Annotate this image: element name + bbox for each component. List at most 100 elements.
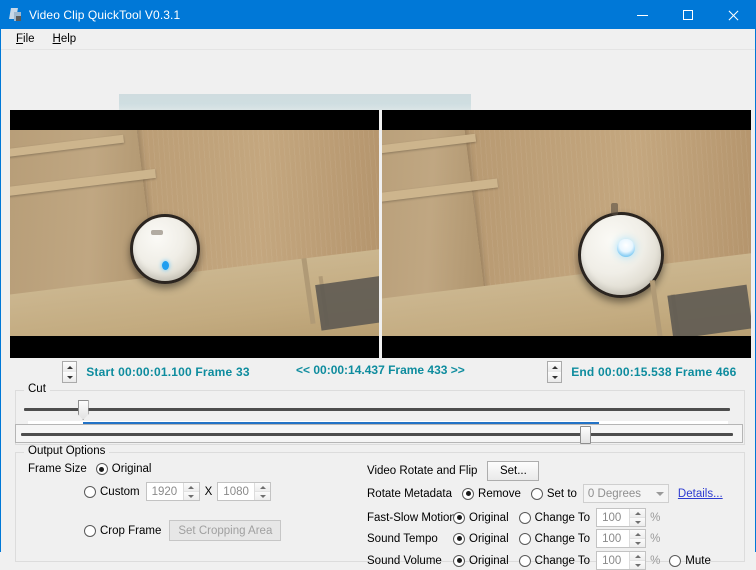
rotate-metadata-setto-label: Set to xyxy=(546,487,577,500)
menu-bar: File Help xyxy=(1,29,755,50)
close-button[interactable] xyxy=(710,1,755,29)
cut-end-slider-rail xyxy=(21,433,733,436)
rotate-metadata-label: Rotate Metadata xyxy=(367,487,453,500)
start-frame-stepper[interactable] xyxy=(62,361,77,383)
custom-height-input[interactable]: 1080 xyxy=(217,482,272,501)
caret-down-icon xyxy=(551,375,558,379)
window-title: Video Clip QuickTool V0.3.1 xyxy=(29,8,181,22)
set-cropping-area-button[interactable]: Set Cropping Area xyxy=(169,520,282,541)
start-frame-preview[interactable] xyxy=(10,110,379,358)
fast-slow-motion-row: Fast-Slow Motion Original Change To 100 … xyxy=(367,508,660,527)
frame-size-original-row: Frame Size Original xyxy=(28,463,161,475)
sound-tempo-stepper[interactable] xyxy=(629,530,646,547)
sound-tempo-value: 100 xyxy=(602,532,622,545)
custom-width-input[interactable]: 1920 xyxy=(145,482,200,501)
custom-height-stepper[interactable] xyxy=(254,483,271,500)
cut-end-slider-thumb[interactable] xyxy=(579,426,591,444)
app-window: Video Clip QuickTool V0.3.1 File Help St… xyxy=(0,0,756,570)
cut-start-slider[interactable] xyxy=(24,399,730,420)
custom-width-stepper[interactable] xyxy=(182,483,199,500)
frame-size-custom-label: Custom xyxy=(100,485,140,498)
start-time-group: Start 00:00:01.100 Frame 33 xyxy=(62,361,250,383)
start-step-down-button[interactable] xyxy=(63,372,76,382)
fast-slow-motion-original-radio[interactable] xyxy=(453,511,465,524)
sound-volume-changeto-radio[interactable] xyxy=(518,554,531,567)
rotate-degrees-value: 0 Degrees xyxy=(587,487,641,500)
sound-tempo-original-radio[interactable] xyxy=(453,532,465,545)
end-step-down-button[interactable] xyxy=(548,372,561,382)
window-controls xyxy=(620,1,755,29)
menu-help-rest: elp xyxy=(60,33,77,45)
fast-slow-motion-input[interactable]: 100 xyxy=(596,508,647,527)
sound-tempo-unit: % xyxy=(650,532,661,545)
sound-volume-value: 100 xyxy=(602,554,622,567)
caret-up-icon xyxy=(259,485,266,489)
sound-volume-mute-label: Mute xyxy=(685,554,711,567)
end-frame-image xyxy=(382,130,751,336)
rotate-degrees-select[interactable]: 0 Degrees xyxy=(582,484,669,503)
cut-end-slider-frame xyxy=(15,424,743,444)
sound-volume-stepper[interactable] xyxy=(629,552,646,569)
timeline-labels: Start 00:00:01.100 Frame 33 << 00:00:14.… xyxy=(1,360,756,384)
output-options-caption: Output Options xyxy=(24,445,110,457)
menu-file-rest: ile xyxy=(23,33,35,45)
minimize-button[interactable] xyxy=(620,1,665,29)
video-rotate-flip-label: Video Rotate and Flip xyxy=(367,465,478,477)
cut-end-slider[interactable] xyxy=(21,425,733,444)
caret-down-icon xyxy=(634,520,641,524)
sound-volume-row: Sound Volume Original Change To 100 % Mu… xyxy=(367,551,721,570)
sound-tempo-changeto-label: Change To xyxy=(534,532,591,545)
caret-down-icon xyxy=(66,375,73,379)
caret-up-icon xyxy=(634,554,641,558)
sound-volume-changeto-label: Change To xyxy=(534,554,591,567)
menu-item-file[interactable]: File xyxy=(7,31,44,47)
sound-volume-original-radio[interactable] xyxy=(453,554,465,567)
menu-item-help[interactable]: Help xyxy=(44,31,86,47)
fast-slow-motion-changeto-radio[interactable] xyxy=(518,511,531,524)
rotate-metadata-row: Rotate Metadata Remove Set to 0 Degrees … xyxy=(367,484,723,503)
frame-size-label: Frame Size xyxy=(28,463,87,475)
close-icon xyxy=(727,10,738,21)
custom-width-value: 1920 xyxy=(151,485,178,498)
caret-up-icon xyxy=(634,511,641,515)
fast-slow-motion-value: 100 xyxy=(602,511,622,524)
client-area: Start 00:00:01.100 Frame 33 << 00:00:14.… xyxy=(1,50,756,570)
frame-size-custom-radio[interactable] xyxy=(84,485,96,498)
sound-volume-input[interactable]: 100 xyxy=(596,551,647,570)
sound-volume-mute-radio[interactable] xyxy=(669,554,682,567)
title-bar: Video Clip QuickTool V0.3.1 xyxy=(1,1,755,29)
sound-tempo-input[interactable]: 100 xyxy=(596,529,647,548)
rotate-flip-set-button[interactable]: Set... xyxy=(487,461,540,481)
fast-slow-motion-stepper[interactable] xyxy=(629,509,646,526)
maximize-button[interactable] xyxy=(665,1,710,29)
cut-start-slider-thumb[interactable] xyxy=(77,400,89,420)
sound-volume-label: Sound Volume xyxy=(367,554,442,567)
toolbar-strip xyxy=(119,94,471,110)
sound-volume-original-label: Original xyxy=(469,554,509,567)
current-time-label[interactable]: << 00:00:14.437 Frame 433 >> xyxy=(296,363,465,377)
crop-frame-radio[interactable] xyxy=(84,524,96,537)
start-frame-image xyxy=(10,130,379,336)
frame-size-original-label: Original xyxy=(111,463,152,475)
cut-start-slider-rail xyxy=(24,408,730,411)
sound-tempo-original-label: Original xyxy=(469,532,509,545)
crop-frame-row: Crop Frame Set Cropping Area xyxy=(84,520,282,541)
rotate-metadata-setto-radio[interactable] xyxy=(530,487,543,500)
output-options-group: Output Options Frame Size Original Custo… xyxy=(15,445,745,570)
preview-row xyxy=(1,110,756,358)
sound-tempo-label: Sound Tempo xyxy=(367,532,438,545)
rotate-metadata-remove-radio[interactable] xyxy=(462,487,475,500)
frame-size-custom-row: Custom 1920 X 1080 xyxy=(84,482,272,501)
sound-tempo-changeto-radio[interactable] xyxy=(518,532,531,545)
app-icon xyxy=(7,6,25,24)
maximize-icon xyxy=(682,10,693,20)
video-rotate-flip-row: Video Rotate and Flip Set... xyxy=(367,461,540,481)
end-frame-preview[interactable] xyxy=(382,110,751,358)
fast-slow-motion-original-label: Original xyxy=(469,511,509,524)
crop-frame-label: Crop Frame xyxy=(100,524,162,537)
end-time-group: End 00:00:15.538 Frame 466 xyxy=(547,361,737,383)
end-time-label: End 00:00:15.538 Frame 466 xyxy=(571,365,737,379)
frame-size-original-radio[interactable] xyxy=(95,463,108,475)
end-frame-stepper[interactable] xyxy=(547,361,562,383)
rotate-metadata-details-link[interactable]: Details... xyxy=(678,488,723,500)
